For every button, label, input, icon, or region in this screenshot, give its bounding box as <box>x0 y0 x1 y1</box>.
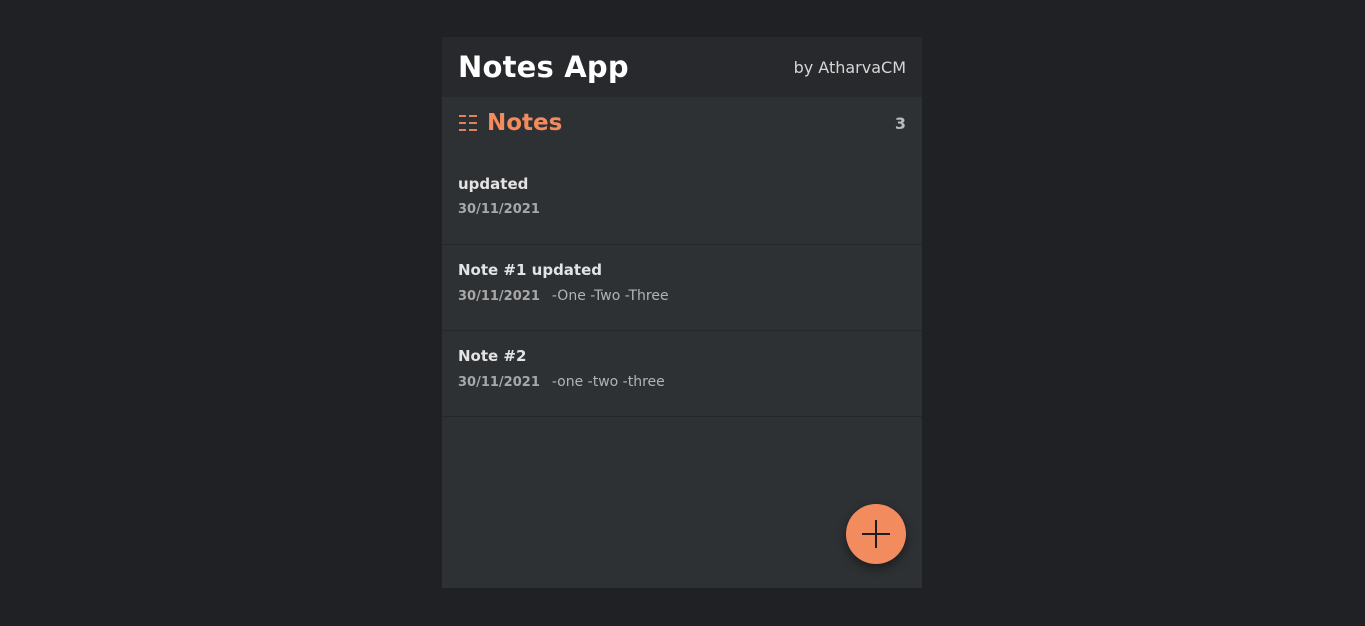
note-preview: -One -Two -Three <box>551 288 669 304</box>
note-meta: 30/11/2021 <box>458 202 906 217</box>
notes-count: 3 <box>894 113 906 133</box>
app-header: Notes App by AtharvaCM <box>442 37 922 97</box>
notes-section-header: Notes 3 <box>442 97 922 149</box>
note-meta: 30/11/2021 -One -Two -Three <box>458 288 906 304</box>
note-date: 30/11/2021 <box>458 374 540 390</box>
note-title: updated <box>458 175 529 193</box>
note-title: Note #2 <box>458 347 527 365</box>
note-list: updated 30/11/2021 Note #1 updated 30/11… <box>442 159 922 417</box>
note-date: 30/11/2021 <box>458 288 540 304</box>
notes-heading-group: Notes <box>458 110 562 136</box>
note-meta: 30/11/2021 -one -two -three <box>458 374 906 390</box>
note-preview: -one -two -three <box>551 374 665 390</box>
note-item[interactable]: updated 30/11/2021 <box>442 159 922 245</box>
add-note-button[interactable] <box>846 504 906 564</box>
plus-icon <box>862 520 890 548</box>
note-date: 30/11/2021 <box>458 202 540 217</box>
notes-heading: Notes <box>487 110 563 136</box>
note-title: Note #1 updated <box>458 261 603 279</box>
notes-app-panel: Notes App by AtharvaCM Notes 3 updated 3… <box>442 37 922 588</box>
app-title: Notes App <box>458 50 629 84</box>
list-icon <box>458 113 478 133</box>
author-credit: by AtharvaCM <box>793 57 906 77</box>
note-item[interactable]: Note #1 updated 30/11/2021 -One -Two -Th… <box>442 245 922 331</box>
note-item[interactable]: Note #2 30/11/2021 -one -two -three <box>442 331 922 417</box>
